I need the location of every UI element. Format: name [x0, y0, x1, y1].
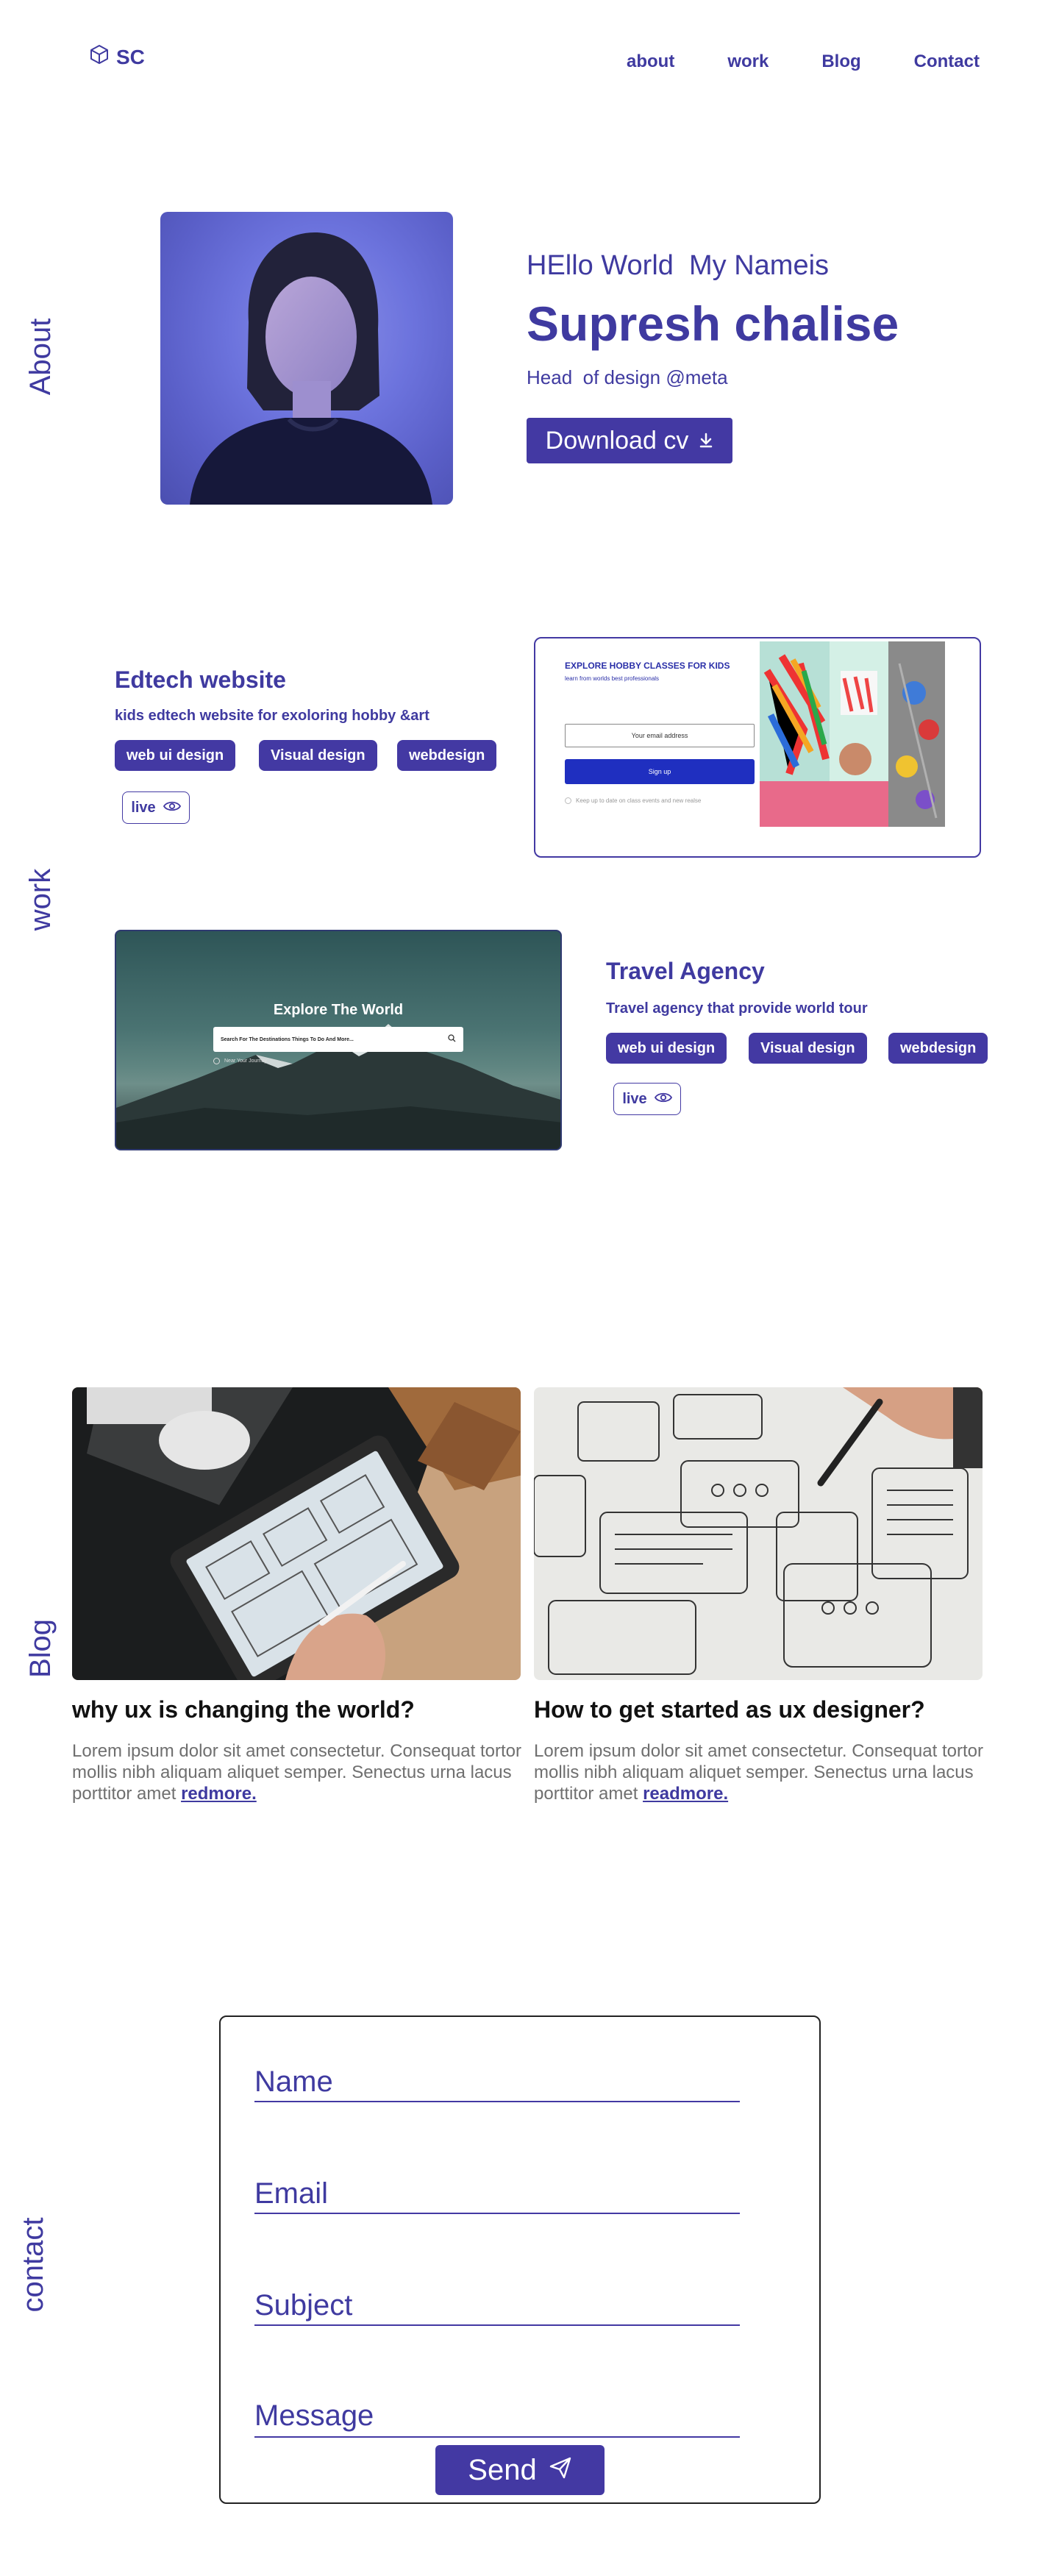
preview-checkbox-text: Keep up to date on class events and new … — [576, 797, 702, 804]
send-icon — [549, 2454, 572, 2487]
crayon-art-image — [760, 641, 945, 827]
travel-search-placeholder: Search For The Destinations Things To Do… — [221, 1036, 354, 1042]
send-label: Send — [468, 2453, 537, 2486]
profile-photo — [160, 212, 453, 505]
project-subtitle: Travel agency that provide world tour — [606, 1000, 868, 1017]
tag-web-ui-design: web ui design — [115, 740, 236, 771]
hero-name: Supresh chalise — [527, 296, 899, 351]
nav-blog[interactable]: Blog — [821, 51, 860, 72]
section-label-work: work — [24, 868, 57, 931]
logo-text: SC — [116, 45, 145, 68]
section-label-about: About — [24, 318, 57, 396]
preview-checkbox-row: Keep up to date on class events and new … — [565, 797, 701, 804]
logo[interactable]: SC — [90, 44, 145, 70]
tag-webdesign: webdesign — [397, 740, 497, 771]
blog-excerpt: Lorem ipsum dolor sit amet consectetur. … — [72, 1740, 528, 1804]
live-button[interactable]: live — [613, 1083, 681, 1115]
nav-contact[interactable]: Contact — [914, 51, 980, 72]
preview-email-field: Your email address — [565, 724, 755, 747]
travel-checkbox-row: Near Your Journey — [213, 1058, 267, 1064]
eye-icon — [654, 1091, 672, 1108]
travel-checkbox-text: Near Your Journey — [224, 1058, 267, 1064]
name-input[interactable] — [254, 2064, 740, 2099]
live-label: live — [622, 1090, 647, 1107]
tag-web-ui-design: web ui design — [606, 1033, 727, 1064]
eye-icon — [163, 800, 181, 816]
email-input[interactable] — [254, 2176, 740, 2211]
name-field[interactable] — [254, 2064, 740, 2102]
cube-icon — [90, 44, 109, 70]
subject-input[interactable] — [254, 2288, 740, 2323]
nav-about[interactable]: about — [627, 51, 674, 72]
preview-checkbox — [565, 797, 571, 804]
download-icon — [699, 427, 713, 455]
blog-excerpt-text: Lorem ipsum dolor sit amet consectetur. … — [72, 1741, 521, 1804]
hero-role: Head of design @meta — [527, 366, 728, 388]
live-label: live — [131, 799, 156, 816]
preview-subheading: learn from worlds best professionals — [565, 675, 660, 682]
project-title: Edtech website — [115, 666, 286, 693]
blog-excerpt: Lorem ipsum dolor sit amet consectetur. … — [534, 1740, 990, 1804]
preview-heading: EXPLORE HOBBY CLASSES FOR KIDS — [565, 661, 730, 671]
edtech-preview[interactable]: EXPLORE HOBBY CLASSES FOR KIDS learn fro… — [534, 637, 981, 858]
project-title: Travel Agency — [606, 958, 765, 984]
nav-work[interactable]: work — [727, 51, 769, 72]
travel-hero-heading: Explore The World — [273, 1002, 404, 1018]
download-cv-label: Download cv — [545, 426, 689, 455]
email-field[interactable] — [254, 2176, 740, 2214]
live-button[interactable]: live — [122, 791, 190, 824]
blog-title[interactable]: How to get started as ux designer? — [534, 1696, 925, 1723]
section-label-blog: Blog — [24, 1618, 57, 1679]
travel-search-bar: Search For The Destinations Things To Do… — [213, 1027, 463, 1052]
tag-webdesign: webdesign — [888, 1033, 988, 1064]
send-button[interactable]: Send — [435, 2445, 605, 2495]
read-more-link[interactable]: readmore. — [643, 1784, 728, 1804]
travel-checkbox — [213, 1058, 220, 1064]
search-icon — [448, 1033, 456, 1046]
tag-visual-design: Visual design — [259, 740, 377, 771]
subject-field[interactable] — [254, 2288, 740, 2326]
download-cv-button[interactable]: Download cv — [527, 418, 732, 463]
travel-preview[interactable]: Explore The World Search For The Destina… — [115, 930, 562, 1150]
message-field[interactable] — [254, 2399, 740, 2438]
preview-signup-button: Sign up — [565, 759, 755, 784]
project-subtitle: kids edtech website for exoloring hobby … — [115, 708, 429, 724]
blog-image-sketches — [534, 1387, 983, 1680]
tag-visual-design: Visual design — [749, 1033, 867, 1064]
main-nav: about work Blog Contact — [627, 51, 980, 72]
message-input[interactable] — [254, 2399, 740, 2435]
blog-image-tablet — [72, 1387, 521, 1680]
blog-excerpt-text: Lorem ipsum dolor sit amet consectetur. … — [534, 1741, 983, 1804]
blog-title[interactable]: why ux is changing the world? — [72, 1696, 415, 1723]
hero-greeting: HEllo World My Nameis — [527, 250, 830, 281]
section-label-contact: contact — [17, 2217, 49, 2313]
read-more-link[interactable]: redmore. — [181, 1784, 257, 1804]
